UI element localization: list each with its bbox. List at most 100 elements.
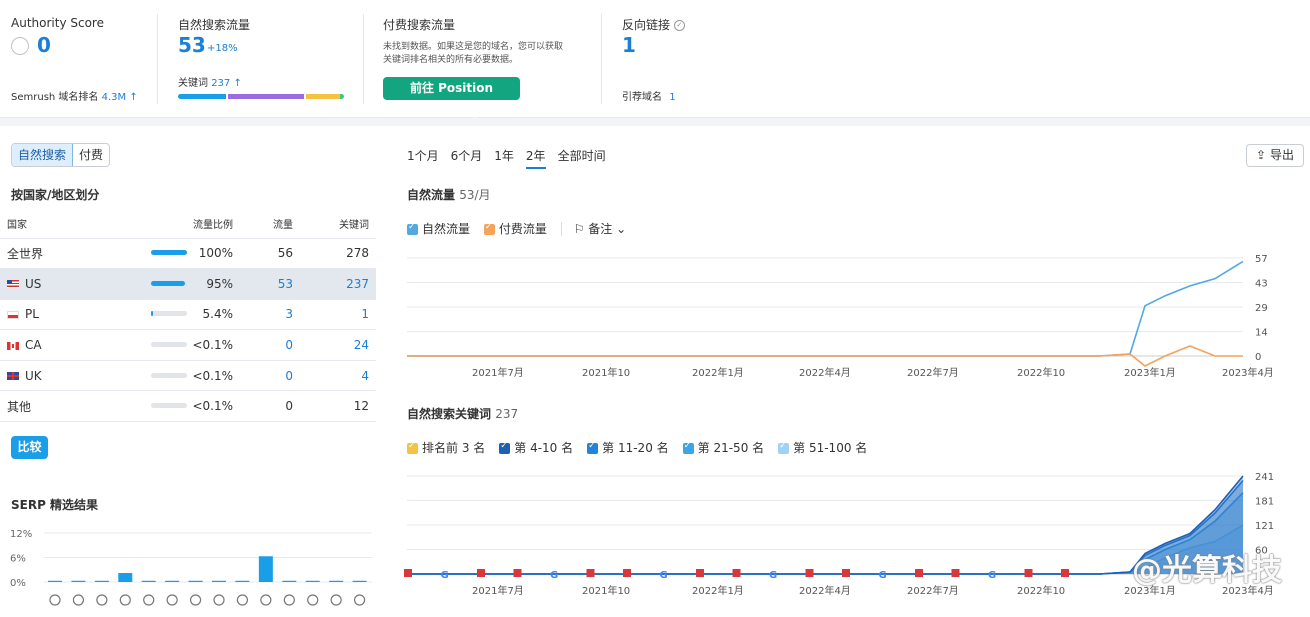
note-flag-icon[interactable] [586,569,595,577]
paid-desc-2: 关键词排名相关的所有必要数据。 [383,55,519,65]
serp-bar[interactable] [305,580,320,582]
serp-bar[interactable] [235,580,250,582]
graduation-icon[interactable] [49,594,61,606]
pin-icon[interactable] [72,594,85,606]
serp-bar[interactable] [212,580,226,582]
note-flag-icon[interactable] [513,569,522,577]
col-country[interactable]: 国家 [0,210,140,239]
compare-button[interactable]: 比较 [11,436,48,459]
image-icon[interactable] [260,594,272,606]
traffic-value[interactable]: 53 [240,268,300,300]
table-row[interactable]: 其他 <0.1% 0 12 [0,390,376,423]
serp-bar[interactable] [71,580,86,582]
note-flag-icon[interactable] [805,569,814,577]
question-icon[interactable] [353,594,366,606]
period-1[interactable]: 6个月 [451,147,483,169]
legend-item[interactable]: 排名前 3 名 [407,439,485,456]
ref-domains-value[interactable]: 1 [669,92,675,103]
col-share[interactable]: 流量比例 [140,210,240,239]
google-update-icon[interactable]: G [769,570,777,581]
legend-item[interactable]: 第 51-100 名 [778,439,867,456]
table-row[interactable]: PL 5.4% 3 1 [0,299,376,331]
note-flag-icon[interactable] [732,569,741,577]
position-tracking-button[interactable]: 前往 Position Tracking [383,77,520,118]
kw-value[interactable]: 237 ↑ [211,78,242,89]
toggle-paid[interactable]: 付费 [73,144,109,166]
col-traffic[interactable]: 流量 [240,210,300,239]
google-update-icon[interactable]: G [441,570,449,581]
table-row[interactable]: CA <0.1% 0 24 [0,329,376,361]
serp-bar[interactable] [282,580,297,582]
notes-dropdown[interactable]: ⚐ 备注 ⌄ [560,222,627,236]
serp-bar[interactable] [94,580,109,582]
shop-icon[interactable] [283,594,295,606]
image-pack-icon[interactable] [119,594,131,606]
doc-icon[interactable] [96,594,108,606]
traffic-value[interactable]: 0 [240,329,300,361]
kw-value[interactable]: 237 [300,268,376,300]
flag-icon[interactable] [330,594,342,606]
paid-label: 付费搜索流量 [383,18,456,32]
series-line[interactable] [407,479,1244,575]
serp-bar[interactable] [48,580,62,582]
video-icon[interactable] [189,594,202,606]
serp-bar[interactable] [329,580,344,582]
play-icon[interactable] [213,594,225,606]
series-line[interactable] [407,492,1244,575]
serp-bar[interactable] [141,580,156,582]
note-flag-icon[interactable] [477,569,485,577]
serp-bar[interactable] [165,580,180,582]
table-row[interactable]: UK <0.1% 0 4 [0,360,376,392]
legend-item[interactable]: 第 11-20 名 [587,439,669,456]
authority-value[interactable]: 0 [37,33,51,57]
google-update-icon[interactable]: G [988,570,996,581]
ca-flag-icon [7,341,19,350]
google-update-icon[interactable]: G [550,570,558,581]
legend-item[interactable]: 第 21-50 名 [682,439,764,456]
organic-value[interactable]: 53 [178,33,206,57]
serp-bar[interactable] [188,580,203,582]
export-button[interactable]: ⇪ 导出 [1246,144,1304,167]
period-4[interactable]: 全部时间 [558,147,606,169]
legend-item[interactable]: 第 4-10 名 [499,439,573,456]
period-3[interactable]: 2年 [525,147,546,169]
trophy-icon[interactable] [236,594,249,606]
serp-bar[interactable] [258,556,273,582]
google-update-icon[interactable]: G [660,570,668,581]
share-bar [151,311,187,317]
note-flag-icon[interactable] [1061,569,1069,577]
col-keywords[interactable]: 关键词 [300,210,376,239]
backlinks-value[interactable]: 1 [622,33,636,57]
checkbox-icon [407,441,418,454]
legend-organic[interactable]: 自然流量 [407,222,470,236]
traffic-value[interactable]: 0 [240,360,300,392]
note-flag-icon[interactable] [696,569,704,577]
info-icon[interactable]: ✓ [673,20,685,31]
kw-value[interactable]: 1 [300,299,376,331]
link-icon[interactable] [143,594,155,606]
video2-icon[interactable] [307,594,319,606]
serp-bar[interactable] [118,573,133,582]
serp-title: SERP 精选结果 [11,498,99,512]
table-row[interactable]: US 95% 53 237 [0,268,376,300]
table-row[interactable]: 全世界 100% 56 278 [0,238,376,270]
kw-value[interactable]: 24 [300,329,376,361]
note-flag-icon[interactable] [404,569,412,577]
x-tick-label: 2022年7月 [907,584,959,597]
rank-value[interactable]: 4.3M ↑ [102,92,138,103]
period-0[interactable]: 1个月 [407,147,439,169]
period-2[interactable]: 1年 [494,147,514,169]
note-flag-icon[interactable] [951,569,960,577]
series-line[interactable] [407,260,1244,357]
legend-paid[interactable]: 付费流量 [483,222,547,236]
star-icon[interactable] [166,594,178,606]
note-flag-icon[interactable] [1024,569,1033,577]
note-flag-icon[interactable] [842,569,850,577]
kw-value[interactable]: 4 [300,360,376,392]
traffic-value[interactable]: 3 [240,299,300,331]
note-flag-icon[interactable] [915,569,923,577]
google-update-icon[interactable]: G [879,570,887,581]
serp-bar[interactable] [352,580,367,582]
note-flag-icon[interactable] [623,569,631,577]
toggle-organic[interactable]: 自然搜索 [12,144,74,166]
